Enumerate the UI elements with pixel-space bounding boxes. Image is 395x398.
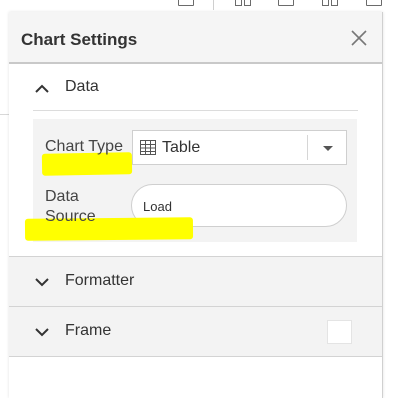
close-icon [351, 30, 367, 46]
panel-layout-icon[interactable] [278, 0, 294, 6]
top-toolbar [0, 0, 395, 10]
data-source-label-line1: Data [45, 188, 79, 205]
panel-header: Chart Settings [9, 12, 382, 64]
chevron-down-icon[interactable] [323, 146, 333, 151]
frame-toggle-box[interactable] [327, 320, 352, 344]
section-divider [33, 110, 358, 111]
panel-title: Chart Settings [21, 30, 138, 49]
section-formatter-header[interactable]: Formatter [9, 256, 382, 306]
chart-settings-panel: Chart Settings Data Chart Type Table Dat… [9, 12, 383, 398]
chart-type-dropdown[interactable]: Table [132, 130, 347, 165]
chevron-down-icon [35, 278, 49, 287]
table-icon [140, 140, 156, 155]
background-divider [0, 114, 9, 115]
section-data-header[interactable]: Data [9, 64, 382, 112]
data-section-body: Chart Type Table Data Source Load [33, 119, 357, 242]
data-source-value: Load [143, 199, 172, 214]
data-source-label-line2: Source [45, 208, 96, 225]
grid-layout-icon[interactable] [235, 0, 251, 6]
window-icon[interactable] [178, 0, 194, 6]
section-frame-header[interactable]: Frame [9, 306, 382, 357]
close-button[interactable] [350, 29, 368, 47]
chevron-up-icon [35, 84, 49, 93]
layout-icon[interactable] [366, 0, 382, 6]
chevron-down-icon [35, 328, 49, 337]
toolbar-separator [213, 0, 214, 10]
section-formatter-label: Formatter [65, 272, 135, 289]
split-layout-icon[interactable] [322, 0, 338, 6]
section-frame-label: Frame [65, 322, 112, 339]
dropdown-separator [307, 135, 308, 160]
chart-type-value: Table [162, 139, 201, 156]
section-data-label: Data [65, 78, 99, 95]
chart-type-label: Chart Type [45, 138, 123, 155]
